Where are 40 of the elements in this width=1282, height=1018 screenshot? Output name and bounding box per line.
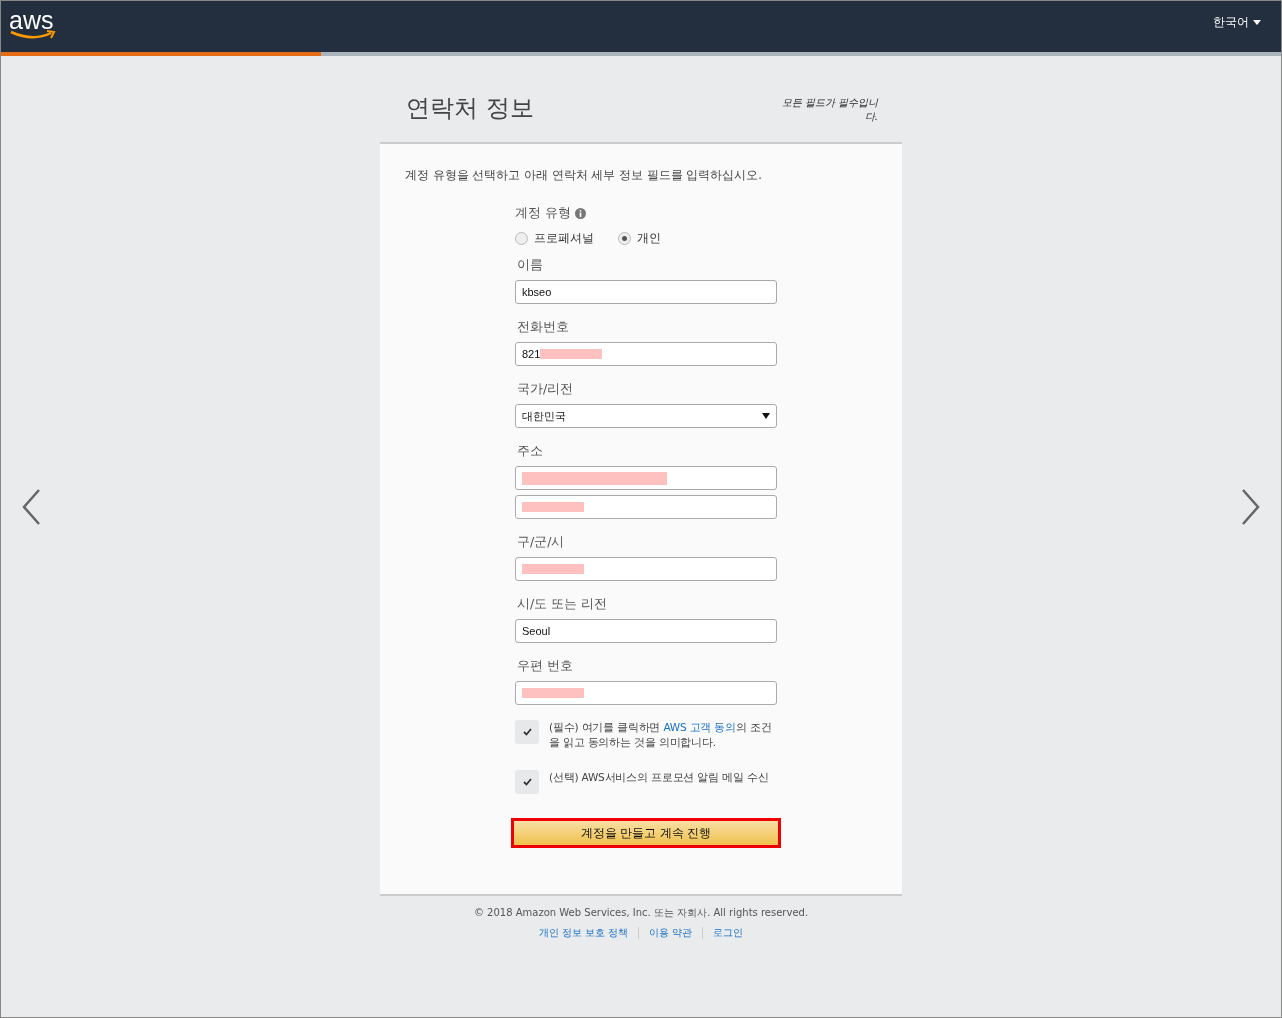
checkmark-icon (522, 778, 532, 786)
footer-link[interactable]: 개인 정보 보호 정책 (538, 926, 629, 940)
language-menu[interactable]: 한국어 (1213, 14, 1261, 31)
field-label: 시/도 또는 리전 (517, 596, 609, 613)
dropdown-arrow-icon (762, 413, 770, 419)
required-note: 모든 필드가 필수입니다. (780, 96, 878, 124)
footer-link[interactable]: 로그인 (713, 926, 744, 940)
radio-option[interactable]: 개인 (618, 230, 661, 247)
radio-option[interactable]: 프로페셔널 (515, 230, 594, 247)
radio-button[interactable] (618, 232, 631, 245)
field-label: 계정 유형 (515, 205, 571, 222)
input-field[interactable]: kbseo (515, 280, 777, 304)
agreement-text: (선택) AWS서비스의 프로모션 알림 메일 수신 (549, 770, 769, 785)
input-field[interactable] (515, 466, 777, 490)
field-label: 전화번호 (517, 319, 570, 336)
input-field[interactable] (515, 557, 777, 581)
checkmark-icon (522, 728, 532, 736)
info-icon (575, 208, 586, 219)
country-dropdown[interactable]: 대한민국 (515, 404, 777, 428)
agreement-text: (필수) 여기를 클릭하면 AWS 고객 동의의 조건을 읽고 동의하는 것을 의미합니다. (549, 720, 773, 750)
field-label: 이름 (517, 257, 544, 274)
field-label: 국가/리전 (517, 381, 575, 398)
footer-link[interactable]: 이용 약관 (649, 926, 693, 940)
field-label: 구/군/시 (517, 534, 566, 551)
checkbox[interactable] (515, 720, 539, 744)
intro-text: 계정 유형을 선택하고 아래 연락처 세부 정보 필드를 입력하십시오. (405, 168, 763, 183)
input-field[interactable]: Seoul (515, 619, 777, 643)
field-label: 주소 (517, 443, 544, 460)
copyright-text: © 2018 Amazon Web Services, Inc. 또는 자회사. All rights reserved. (473, 906, 809, 920)
input-field[interactable] (515, 681, 777, 705)
checkbox[interactable] (515, 770, 539, 794)
agreement-link[interactable]: AWS 고객 동의 (663, 721, 736, 733)
create-account-button[interactable]: 계정을 만들고 계속 진행 (511, 818, 781, 848)
aws-logo[interactable]: aws (9, 7, 57, 40)
input-field[interactable] (515, 495, 777, 519)
caret-icon (1253, 20, 1261, 25)
radio-button[interactable] (515, 232, 528, 245)
field-label: 우편 번호 (517, 658, 574, 675)
input-field[interactable]: 821 (515, 342, 777, 366)
page-title: 연락처 정보 (406, 93, 534, 124)
